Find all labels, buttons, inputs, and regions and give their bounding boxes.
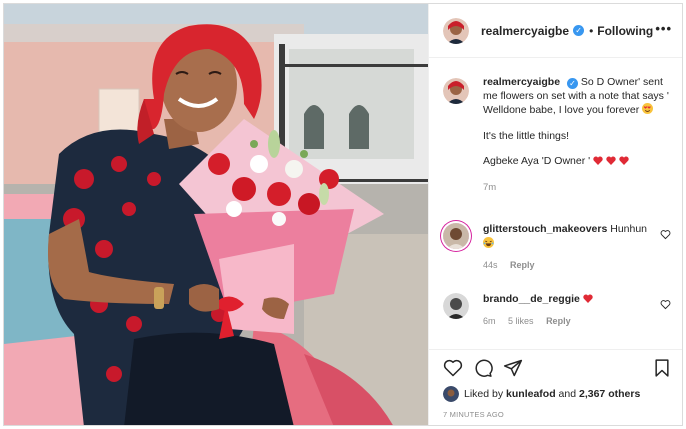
caption-text-line2: It's the little things! <box>483 129 570 142</box>
post-caption: realmercyaigbe ✓ So D Owner' sent me flo… <box>443 76 673 194</box>
red-heart-emoji-icon <box>619 156 629 165</box>
red-heart-emoji-icon <box>583 294 593 303</box>
likes-count[interactable]: 2,367 others <box>579 388 640 400</box>
verified-badge-icon: ✓ <box>573 25 585 36</box>
following-button[interactable]: Following <box>597 24 653 38</box>
red-heart-emoji-icon <box>606 156 616 165</box>
heart-eyes-emoji-icon <box>642 103 654 114</box>
post-actions: Liked by kunleafod and 2,367 others 7 MI… <box>429 349 682 425</box>
caption-text-line3: Agbeke Aya 'D Owner ' <box>483 155 591 167</box>
post-sidebar: realmercyaigbe ✓ • Following ••• realmer… <box>428 4 682 425</box>
commenter-username[interactable]: brando__de_reggie <box>483 293 580 305</box>
liked-by-row[interactable]: Liked by kunleafod and 2,367 others <box>443 386 640 402</box>
caption-text-line3-row: Agbeke Aya 'D Owner ' <box>483 155 673 169</box>
caption-time: 7m <box>483 181 497 193</box>
dot-separator: • <box>589 23 594 38</box>
post-timestamp: 7 MINUTES AGO <box>443 410 504 419</box>
author-avatar[interactable] <box>443 17 469 44</box>
liked-by-conj: and <box>558 388 577 400</box>
laughing-emoji-icon <box>483 236 494 248</box>
liked-by-user[interactable]: kunleafod <box>506 388 556 400</box>
liker-avatar[interactable] <box>443 386 459 402</box>
commenter-username[interactable]: glitterstouch_makeovers <box>483 223 607 235</box>
comment-bubble-icon[interactable] <box>473 358 493 378</box>
author-username[interactable]: realmercyaigbe <box>481 24 569 38</box>
reply-button[interactable]: Reply <box>510 260 535 270</box>
comment-time: 44s <box>483 260 498 270</box>
more-horizontal-icon[interactable]: ••• <box>655 22 672 35</box>
caption-avatar[interactable] <box>443 78 469 104</box>
like-heart-icon[interactable] <box>443 358 463 378</box>
comment-like-heart-icon[interactable] <box>660 229 671 240</box>
comment-text: Hunhun <box>610 223 648 235</box>
commenter-avatar[interactable] <box>443 293 469 319</box>
red-heart-emoji-icon <box>593 156 603 165</box>
post-photo[interactable] <box>4 4 428 425</box>
comment-item: brando__de_reggie 6m 5 likes Reply <box>443 293 673 326</box>
photo-illustration <box>4 4 428 425</box>
comments-list[interactable]: realmercyaigbe ✓ So D Owner' sent me flo… <box>429 59 682 349</box>
instagram-post-window: realmercyaigbe ✓ • Following ••• realmer… <box>3 3 683 426</box>
share-paper-plane-icon[interactable] <box>503 358 523 378</box>
comment-time: 6m <box>483 315 496 326</box>
reply-button[interactable]: Reply <box>546 316 571 326</box>
liked-by-prefix: Liked by <box>464 388 504 400</box>
caption-username[interactable]: realmercyaigbe <box>483 76 560 88</box>
comment-likes[interactable]: 5 likes <box>508 316 534 326</box>
caption-verified-badge-icon: ✓ <box>566 78 578 89</box>
comment-item: glitterstouch_makeovers Hunhun 44s Reply <box>443 223 673 270</box>
comment-like-heart-icon[interactable] <box>660 299 671 310</box>
commenter-avatar[interactable] <box>443 223 469 249</box>
post-header: realmercyaigbe ✓ • Following ••• <box>429 4 682 58</box>
save-bookmark-icon[interactable] <box>652 358 672 378</box>
